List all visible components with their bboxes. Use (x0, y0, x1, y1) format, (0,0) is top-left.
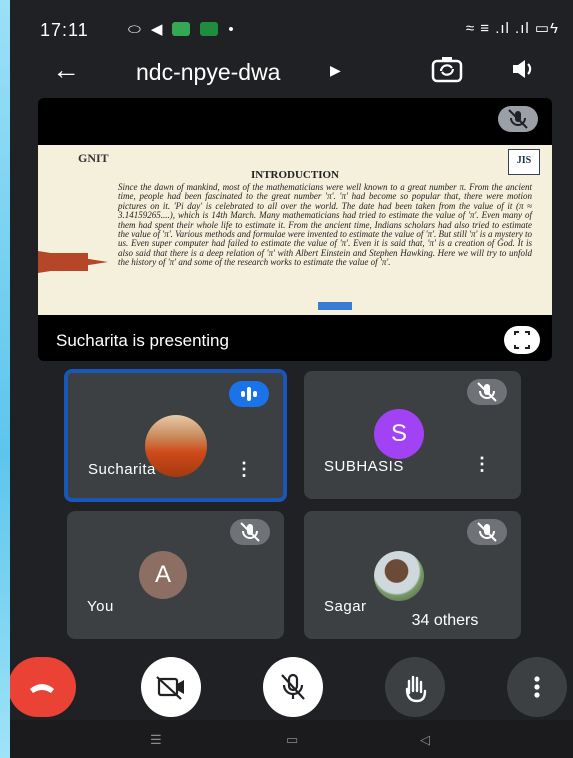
participant-name: Sucharita (88, 461, 156, 478)
system-status-icons: ≈ ≡ .ıl .ıl ▭ϟ (465, 20, 559, 37)
mic-off-icon (498, 106, 538, 132)
avatar-you: A (139, 551, 187, 599)
home-icon[interactable]: ▭ (286, 732, 298, 748)
mic-off-icon (467, 519, 507, 545)
more-vert-icon[interactable]: ⋮ (473, 454, 491, 475)
more-options-button[interactable] (507, 657, 567, 717)
camera-toggle-button[interactable] (141, 657, 201, 717)
fullscreen-icon (514, 331, 530, 349)
slide-overlay-button (318, 302, 352, 310)
telegram-icon: ◀ (150, 21, 163, 38)
participant-tile-sucharita[interactable]: Sucharita ⋮ (64, 369, 287, 502)
camera-flip-icon[interactable] (430, 55, 464, 90)
slide-body: Since the dawn of mankind, most of the m… (118, 182, 532, 268)
meeting-header: ← ndc-npye-dwa ▶ (10, 50, 573, 94)
mic-toggle-button[interactable] (263, 657, 323, 717)
participant-name: You (87, 598, 114, 615)
chat-icon (200, 22, 219, 36)
arrow-left-icon[interactable]: ← (52, 54, 80, 86)
raise-hand-button[interactable] (385, 657, 445, 717)
android-nav-bar: ☰ ▭ ◁ (10, 720, 573, 758)
participant-name: SUBHASIS (324, 458, 404, 475)
more-vert-icon[interactable]: ⋮ (235, 459, 253, 480)
gnit-logo: GNIT (78, 151, 109, 165)
status-bar: 17:11 ⬭ ◀ • ≈ ≡ .ıl .ıl ▭ϟ (10, 0, 573, 56)
presentation-stage[interactable]: GNIT JIS INTRODUCTION Since the dawn of … (38, 98, 552, 361)
notification-icon: ⬭ (128, 20, 141, 38)
phone-hangup-icon (30, 684, 54, 693)
mic-off-icon (467, 379, 507, 405)
status-time: 17:11 (40, 20, 89, 40)
avatar-subhasis: S (374, 409, 424, 459)
hand-icon (405, 675, 427, 703)
mic-off-icon (281, 673, 305, 700)
avatar-sagar (374, 551, 424, 601)
meet-app: 17:11 ⬭ ◀ • ≈ ≡ .ıl .ıl ▭ϟ ← ndc-npye-dw… (10, 0, 573, 758)
speaker-icon[interactable] (510, 57, 536, 86)
shared-slide: GNIT JIS INTRODUCTION Since the dawn of … (38, 145, 552, 315)
mic-off-icon (230, 519, 270, 545)
participant-tile-subhasis[interactable]: S SUBHASIS ⋮ (304, 371, 521, 499)
participant-name: Sagar (324, 598, 367, 615)
others-count-badge[interactable]: 34 others (376, 606, 514, 636)
notification-icons: ⬭ ◀ • (128, 20, 234, 39)
dot-icon: • (228, 20, 234, 38)
recents-icon[interactable]: ☰ (150, 732, 162, 748)
camera-off-icon (156, 676, 184, 700)
slide-title: INTRODUCTION (250, 169, 339, 181)
more-vert-icon (534, 676, 540, 698)
wallpaper-edge (0, 0, 10, 758)
speaking-indicator-icon (229, 381, 269, 407)
presenter-label: Sucharita is presenting (56, 331, 229, 350)
participant-tile-you[interactable]: A You (67, 511, 284, 639)
back-nav-icon[interactable]: ◁ (420, 732, 430, 748)
meet-icon (172, 22, 191, 36)
fullscreen-button[interactable] (504, 326, 540, 354)
meeting-code[interactable]: ndc-npye-dwa (136, 59, 280, 86)
caret-right-icon[interactable]: ▶ (330, 62, 341, 79)
end-call-button[interactable] (10, 657, 76, 717)
slide-arrow-tip (38, 251, 108, 273)
